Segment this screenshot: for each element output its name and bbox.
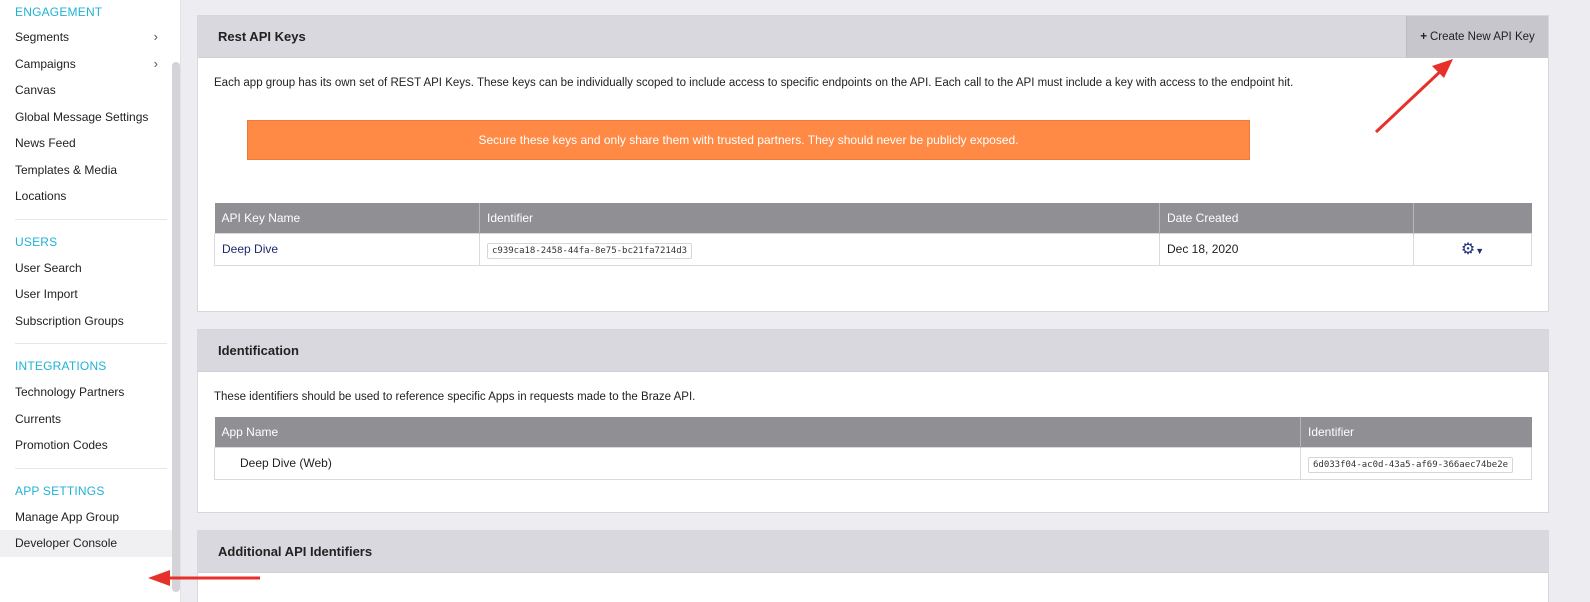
create-new-api-key-button[interactable]: + Create New API Key xyxy=(1406,16,1548,58)
sidebar: ENGAGEMENT Segments › Campaigns › Canvas G… xyxy=(0,0,181,602)
sidebar-divider xyxy=(15,218,167,220)
column-header-date-created: Date Created xyxy=(1159,203,1414,233)
sidebar-item-promotion-codes[interactable]: Promotion Codes xyxy=(15,432,180,459)
column-header-identifier: Identifier xyxy=(1300,417,1532,447)
sidebar-item-subscription-groups[interactable]: Subscription Groups xyxy=(15,308,180,335)
app-identifiers-table: App Name Identifier Deep Dive (Web) 6d03… xyxy=(214,417,1532,480)
rest-api-keys-card: Rest API Keys + Create New API Key Each … xyxy=(197,15,1549,312)
sidebar-item-label: News Feed xyxy=(15,136,76,150)
sidebar-item-label: Developer Console xyxy=(15,536,118,550)
column-header-identifier: Identifier xyxy=(479,203,1160,233)
sidebar-item-canvas[interactable]: Canvas xyxy=(15,77,180,104)
sidebar-heading-engagement: ENGAGEMENT xyxy=(15,5,103,19)
create-button-label: Create New API Key xyxy=(1429,31,1535,43)
sidebar-item-technology-partners[interactable]: Technology Partners xyxy=(15,379,180,406)
sidebar-item-currents[interactable]: Currents xyxy=(15,406,180,433)
sidebar-heading-app-settings: APP SETTINGS xyxy=(15,483,105,498)
app-name: Deep Dive (Web) xyxy=(240,456,332,470)
sidebar-item-label: Locations xyxy=(15,189,67,203)
sidebar-scrollbar[interactable] xyxy=(172,62,180,592)
sidebar-item-label: Segments xyxy=(15,30,70,44)
sidebar-item-label: Global Message Settings xyxy=(15,109,149,124)
sidebar-item-manage-app-group[interactable]: Manage App Group xyxy=(15,504,180,531)
sidebar-item-segments[interactable]: Segments › xyxy=(15,24,180,51)
sidebar-item-campaigns[interactable]: Campaigns › xyxy=(15,51,180,78)
card-title: Additional API Identifiers xyxy=(218,544,373,559)
api-keys-table: API Key Name Identifier Date Created Dee… xyxy=(214,203,1532,266)
card-header: Rest API Keys + Create New API Key xyxy=(198,16,1548,58)
sidebar-item-locations[interactable]: Locations xyxy=(15,183,180,210)
sidebar-item-label: User Import xyxy=(15,287,78,301)
sidebar-item-label: Manage App Group xyxy=(15,509,120,524)
identification-description: These identifiers should be used to refe… xyxy=(214,391,696,403)
plus-icon: + xyxy=(1420,31,1427,43)
sidebar-divider xyxy=(15,467,167,469)
api-key-name-link[interactable]: Deep Dive xyxy=(222,242,278,256)
sidebar-item-global-message-settings[interactable]: Global Message Settings xyxy=(15,104,180,131)
column-header-api-key-name: API Key Name xyxy=(214,203,480,233)
settings-dropdown-button[interactable]: ⚙▼ xyxy=(1460,241,1485,258)
chevron-right-icon: › xyxy=(153,29,158,44)
sidebar-item-label: Promotion Codes xyxy=(15,438,108,452)
sidebar-divider xyxy=(15,343,167,344)
table-row: Deep Dive c939ca18-2458-44fa-8e75-bc21fa… xyxy=(214,232,1532,266)
sidebar-item-label: User Search xyxy=(15,260,82,275)
sidebar-item-user-search[interactable]: User Search xyxy=(15,255,180,282)
sidebar-item-label: Technology Partners xyxy=(15,385,125,399)
card-header: Identification xyxy=(198,330,1548,372)
sidebar-heading-integrations: INTEGRATIONS xyxy=(15,359,107,373)
sidebar-item-label: Canvas xyxy=(15,83,56,97)
sidebar-item-label: Currents xyxy=(15,411,62,426)
sidebar-item-label: Campaigns xyxy=(15,56,76,71)
api-key-identifier: c939ca18-2458-44fa-8e75-bc21fa7214d3 xyxy=(487,243,693,259)
sidebar-item-label: Templates & Media xyxy=(15,162,118,177)
sidebar-item-news-feed[interactable]: News Feed xyxy=(15,130,180,157)
app-identifier: 6d033f04-ac0d-43a5-af69-366aec74be2e xyxy=(1308,457,1514,473)
rest-api-description: Each app group has its own set of REST A… xyxy=(214,77,1294,89)
sidebar-item-label: Subscription Groups xyxy=(15,313,124,328)
column-header-app-name: App Name xyxy=(214,417,1301,447)
card-header: Additional API Identifiers xyxy=(198,531,1548,573)
sidebar-item-user-import[interactable]: User Import xyxy=(15,281,180,308)
card-title: Identification xyxy=(218,343,299,358)
gear-icon: ⚙ xyxy=(1460,241,1476,258)
sidebar-heading-users: USERS xyxy=(15,234,58,249)
column-header-actions xyxy=(1413,203,1532,233)
caret-down-icon: ▼ xyxy=(1475,246,1485,256)
card-title: Rest API Keys xyxy=(218,29,306,44)
sidebar-item-developer-console[interactable]: Developer Console xyxy=(0,530,180,557)
security-warning-banner: Secure these keys and only share them wi… xyxy=(247,120,1250,160)
sidebar-item-templates-media[interactable]: Templates & Media xyxy=(15,157,180,184)
additional-api-identifiers-card: Additional API Identifiers xyxy=(197,530,1549,602)
chevron-right-icon: › xyxy=(153,55,158,71)
table-row: Deep Dive (Web) 6d033f04-ac0d-43a5-af69-… xyxy=(214,446,1532,480)
api-key-date-created: Dec 18, 2020 xyxy=(1167,242,1239,256)
identification-card: Identification These identifiers should … xyxy=(197,329,1549,513)
